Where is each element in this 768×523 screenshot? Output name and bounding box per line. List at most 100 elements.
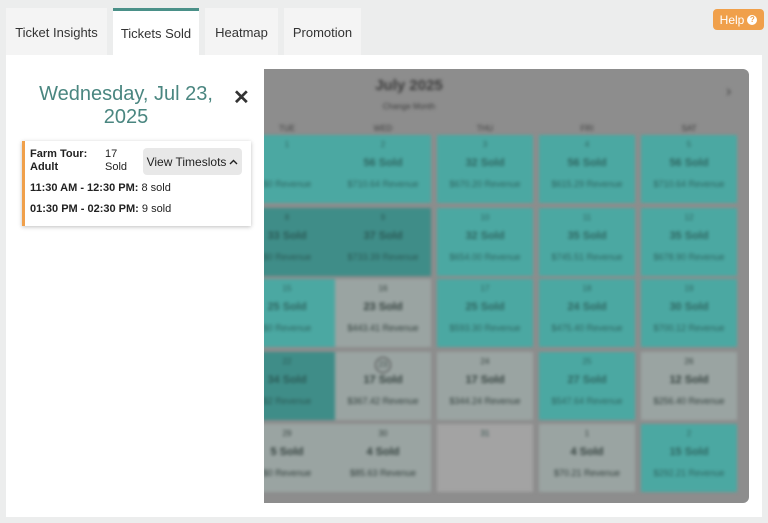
day-number: 5: [686, 140, 692, 149]
day-revenue: $2 Revenue: [264, 396, 312, 406]
calendar-day-cell[interactable]: 15 25 Sold $0 Revenue: [264, 279, 335, 347]
day-sold: 34 Sold: [267, 374, 307, 386]
calendar-day-cell[interactable]: 22 34 Sold $2 Revenue: [264, 352, 335, 420]
day-number: 19: [684, 284, 694, 293]
calendar-day-cell[interactable]: 17 25 Sold $593.30 Revenue: [437, 279, 533, 347]
day-revenue: $654.00 Revenue: [449, 252, 521, 262]
weekday-label: TUE: [279, 124, 295, 133]
day-revenue: $710.64 Revenue: [347, 179, 419, 189]
day-revenue: $70.21 Revenue: [553, 468, 621, 478]
help-label: Help: [719, 12, 745, 27]
day-number: 17: [480, 284, 490, 293]
day-sold: 35 Sold: [567, 230, 607, 242]
view-timeslots-button[interactable]: View Timeslots: [143, 148, 242, 175]
calendar-day-cell[interactable]: 26 12 Sold $256.40 Revenue: [641, 352, 737, 420]
day-number: 2: [380, 140, 386, 149]
calendar-day-cell[interactable]: 1 $0 Revenue: [264, 135, 335, 203]
timeslot-row: 01:30 PM - 02:30 PM: 9 sold: [30, 203, 171, 215]
change-month-link[interactable]: Change Month: [264, 102, 554, 111]
calendar-day-cell[interactable]: 11 35 Sold $745.51 Revenue: [539, 208, 635, 276]
day-sold: 30 Sold: [669, 301, 709, 313]
view-timeslots-label: View Timeslots: [146, 154, 227, 169]
timeslot-row: 11:30 AM - 12:30 PM: 8 sold: [30, 182, 171, 194]
day-sold: 25 Sold: [465, 301, 505, 313]
day-sold: 25 Sold: [267, 301, 307, 313]
calendar-day-cell[interactable]: 4 56 Sold $615.29 Revenue: [539, 135, 635, 203]
calendar-day-cell[interactable]: 5 56 Sold $710.64 Revenue: [641, 135, 737, 203]
tab-tickets-sold[interactable]: Tickets Sold: [113, 8, 199, 55]
calendar-grid: July 2025 Change Month › TUE WED THU FRI SAT…: [264, 69, 749, 503]
tab-promotion[interactable]: Promotion: [284, 8, 361, 55]
day-sold: 35 Sold: [669, 230, 709, 242]
calendar-day-cell[interactable]: 25 27 Sold $547.64 Revenue: [539, 352, 635, 420]
calendar-day-cell[interactable]: 16 23 Sold $443.41 Revenue: [335, 279, 431, 347]
calendar-day-cell[interactable]: 9 37 Sold $733.39 Revenue: [335, 208, 431, 276]
day-number: 4: [584, 140, 590, 149]
ticket-detail-card: Farm Tour: Adult 17 Sold View Timeslots …: [22, 141, 251, 226]
day-number: 2: [686, 429, 692, 438]
day-sold: 24 Sold: [567, 301, 607, 313]
day-sold: 56 Sold: [567, 157, 607, 169]
day-number: 18: [582, 284, 592, 293]
calendar-day-cell[interactable]: 29 5 Sold $0 Revenue: [264, 424, 335, 492]
day-revenue: $670.20 Revenue: [449, 179, 521, 189]
day-number: 29: [282, 429, 292, 438]
tab-ticket-insights[interactable]: Ticket Insights: [6, 8, 107, 55]
day-sold: 56 Sold: [669, 157, 709, 169]
day-revenue: $733.39 Revenue: [347, 252, 419, 262]
day-number: 10: [480, 213, 490, 222]
calendar-month-title: July 2025: [375, 77, 443, 94]
day-sold: 12 Sold: [669, 374, 709, 386]
tab-heatmap[interactable]: Heatmap: [205, 8, 278, 55]
calendar-day-cell[interactable]: 2 56 Sold $710.64 Revenue: [335, 135, 431, 203]
calendar-day-cell[interactable]: 24 17 Sold $344.24 Revenue: [437, 352, 533, 420]
day-revenue: $710.64 Revenue: [653, 179, 725, 189]
close-icon[interactable]: ✕: [233, 85, 250, 110]
today-marker: 23: [375, 357, 391, 373]
calendar-day-cell[interactable]: 3 32 Sold $670.20 Revenue: [437, 135, 533, 203]
day-revenue: $678.90 Revenue: [653, 252, 725, 262]
weekday-label: WED: [373, 124, 393, 133]
day-sold: 15 Sold: [669, 446, 709, 458]
timeslot-sold: 9 sold: [141, 203, 172, 215]
calendar-day-cell[interactable]: 2 15 Sold $292.21 Revenue: [641, 424, 737, 492]
calendar: July 2025 Change Month › TUE WED THU FRI SAT…: [264, 69, 749, 503]
calendar-day-cell[interactable]: 12 35 Sold $678.90 Revenue: [641, 208, 737, 276]
calendar-day-cell[interactable]: 1 4 Sold $70.21 Revenue: [539, 424, 635, 492]
help-button[interactable]: Help ?: [713, 9, 764, 30]
day-sold: 37 Sold: [363, 230, 403, 242]
day-revenue: $0 Revenue: [264, 468, 312, 478]
day-number: 1: [284, 140, 290, 149]
day-number: 22: [282, 357, 292, 366]
calendar-day-cell[interactable]: 8 33 Sold $0 Revenue: [264, 208, 335, 276]
day-sold: 23 Sold: [363, 301, 403, 313]
day-sold: 32 Sold: [465, 230, 505, 242]
day-sold: 33 Sold: [267, 230, 307, 242]
question-circle-icon: ?: [747, 14, 758, 25]
product-sold-count: 17 Sold: [105, 148, 128, 173]
day-revenue: $367.42 Revenue: [347, 396, 419, 406]
weekday-label: FRI: [580, 124, 594, 133]
day-revenue: $256.40 Revenue: [653, 396, 725, 406]
day-number: 24: [480, 357, 490, 366]
calendar-day-cell[interactable]: 10 32 Sold $654.00 Revenue: [437, 208, 533, 276]
day-number: 12: [684, 213, 694, 222]
day-number: 1: [584, 429, 590, 438]
day-revenue: $700.12 Revenue: [653, 323, 725, 333]
calendar-day-cell[interactable]: 31: [437, 424, 533, 492]
day-revenue: $745.51 Revenue: [551, 252, 623, 262]
chevron-up-icon: [229, 159, 238, 164]
day-sold: 17 Sold: [465, 374, 505, 386]
day-revenue: $443.41 Revenue: [347, 323, 419, 333]
calendar-day-cell[interactable]: 23 17 Sold $367.42 Revenue: [335, 352, 431, 420]
day-revenue: $85.63 Revenue: [349, 468, 417, 478]
day-sold: 17 Sold: [363, 374, 403, 386]
day-number: 9: [380, 213, 386, 222]
day-number: 23: [335, 357, 431, 373]
day-number: 26: [684, 357, 694, 366]
day-number: 8: [284, 213, 290, 222]
calendar-day-cell[interactable]: 19 30 Sold $700.12 Revenue: [641, 279, 737, 347]
chevron-right-icon[interactable]: ›: [726, 83, 731, 101]
calendar-day-cell[interactable]: 30 4 Sold $85.63 Revenue: [335, 424, 431, 492]
calendar-day-cell[interactable]: 18 24 Sold $475.40 Revenue: [539, 279, 635, 347]
